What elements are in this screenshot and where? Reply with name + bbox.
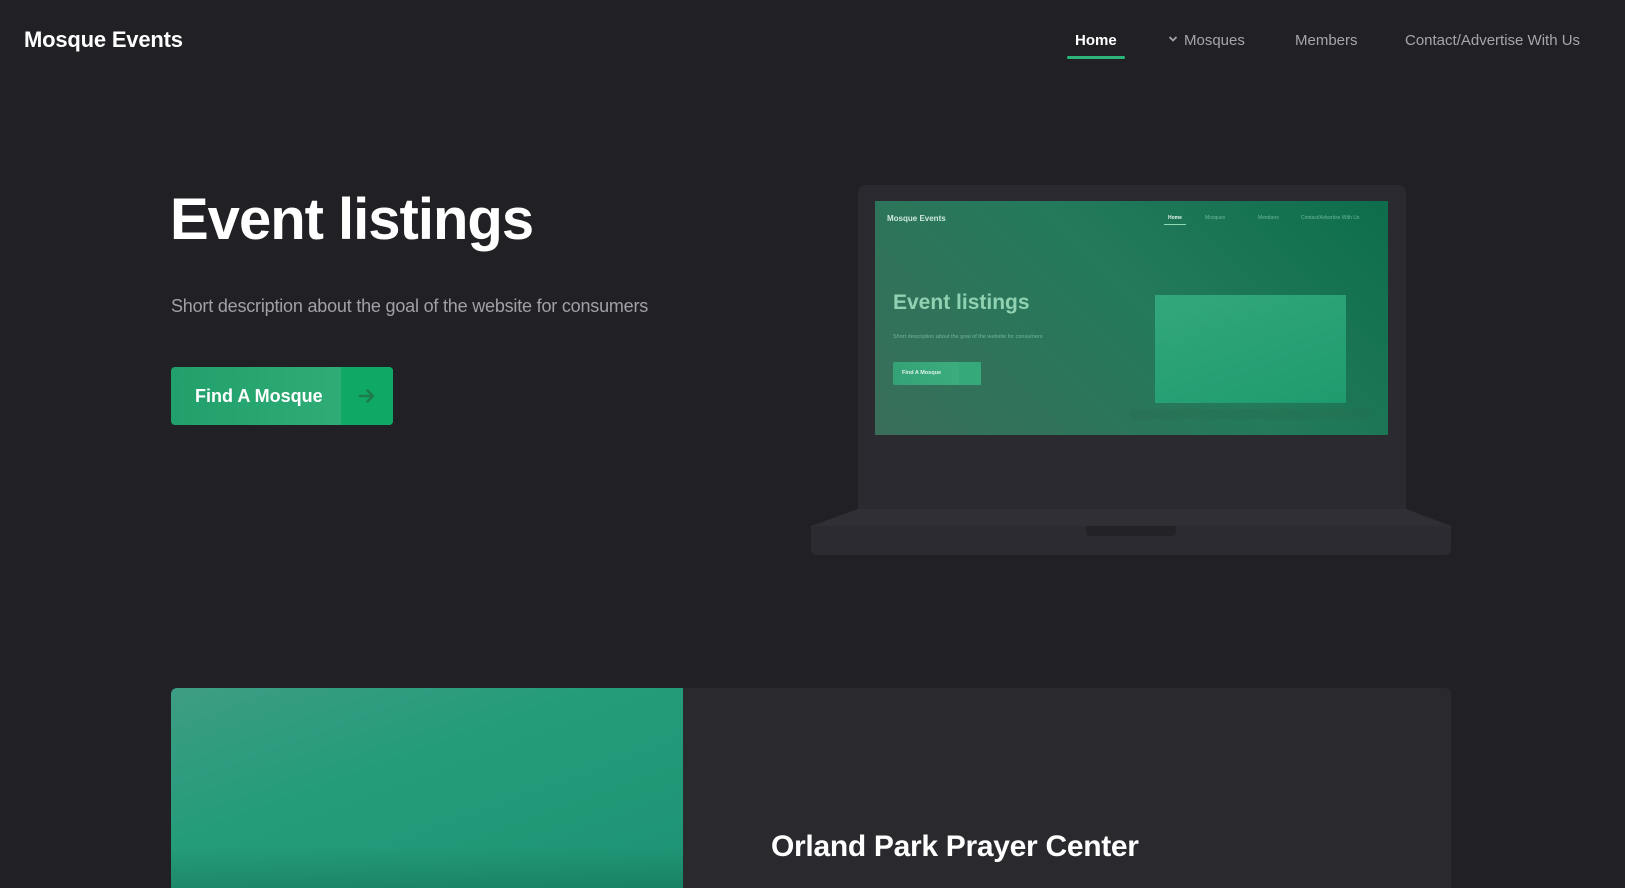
nav-item-label: Members: [1295, 32, 1358, 49]
mockup-title: Event listings: [893, 291, 1030, 314]
nav-item-contact[interactable]: Contact/Advertise With Us: [1405, 32, 1580, 62]
mockup-nav-mosques: Mosques: [1205, 215, 1226, 221]
laptop-base: [811, 509, 1451, 555]
arrow-right-icon: [341, 367, 393, 425]
mockup-button-label: Find A Mosque: [902, 370, 942, 376]
mockup-brand: Mosque Events: [887, 214, 946, 223]
hero-title: Event listings: [170, 187, 534, 252]
mockup-nav-contact: Contact/Advertise With Us: [1301, 215, 1360, 221]
nav-item-members[interactable]: Members: [1295, 32, 1358, 62]
nav-item-label: Home: [1075, 32, 1117, 49]
mockup-laptop: [1155, 295, 1346, 403]
listing-image-shade: [171, 848, 683, 888]
mockup-laptop-base: [1130, 409, 1370, 419]
mockup-active-indicator: [1164, 224, 1186, 225]
navbar: Mosque Events Home Mosques Members Conta…: [0, 0, 1625, 84]
nav-item-label: Contact/Advertise With Us: [1405, 32, 1581, 49]
find-mosque-button[interactable]: Find A Mosque: [171, 367, 393, 425]
mockup-button: Find A Mosque: [893, 362, 981, 385]
site-brand[interactable]: Mosque Events: [24, 27, 183, 53]
nav-item-home[interactable]: Home: [1067, 32, 1125, 62]
mockup-description: Short description about the goal of the …: [893, 334, 1043, 340]
nav-item-mosques[interactable]: Mosques: [1168, 32, 1245, 62]
listing-card[interactable]: Orland Park Prayer Center: [171, 688, 1451, 888]
mockup-nav-members: Members: [1258, 215, 1279, 221]
mockup-nav-home: Home: [1168, 215, 1182, 221]
find-mosque-button-label: Find A Mosque: [195, 385, 323, 406]
listing-title[interactable]: Orland Park Prayer Center: [771, 830, 1139, 864]
hero-description: Short description about the goal of the …: [171, 296, 649, 316]
laptop-mockup: Mosque Events Home Mosques Members Conta…: [811, 185, 1451, 555]
nav-item-label: Mosques: [1184, 32, 1245, 49]
laptop-screen: Mosque Events Home Mosques Members Conta…: [875, 201, 1388, 435]
active-indicator: [1067, 56, 1125, 59]
chevron-down-icon: [1168, 36, 1178, 42]
mockup-button-arrow: [959, 362, 981, 385]
